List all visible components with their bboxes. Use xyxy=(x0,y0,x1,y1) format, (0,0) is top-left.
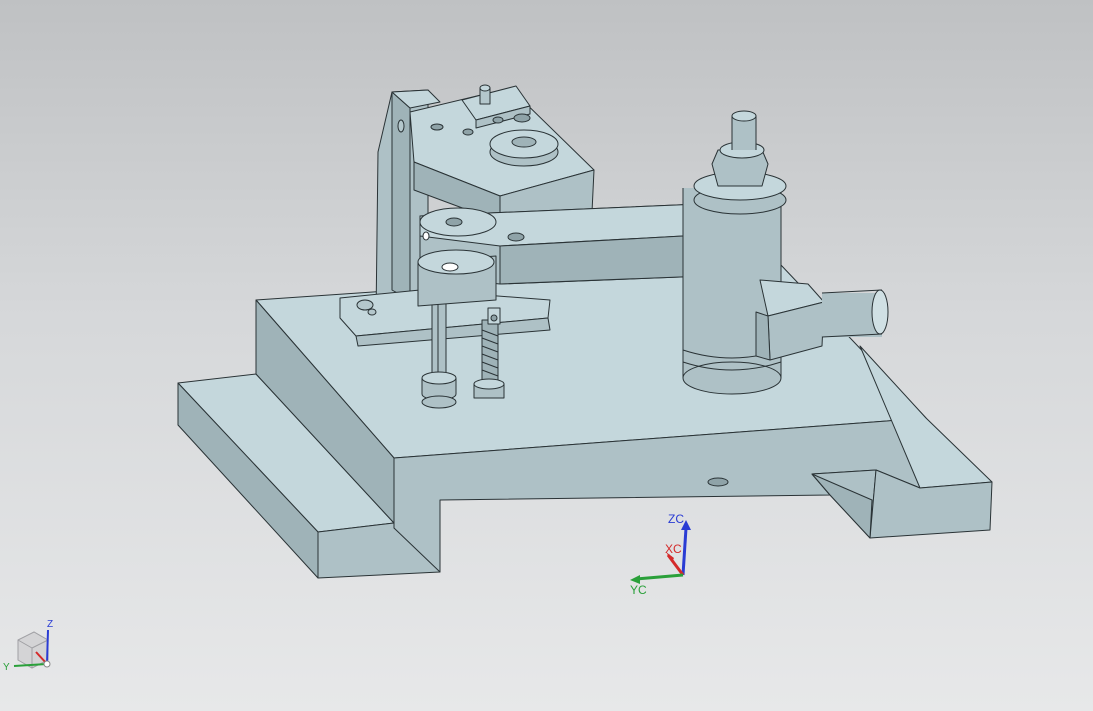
view-z-label: Z xyxy=(47,619,53,630)
zc-axis xyxy=(681,527,688,576)
work-csys-triad[interactable]: ZC XC YC xyxy=(630,512,691,597)
air-port-fitting[interactable] xyxy=(821,289,889,338)
zc-label: ZC xyxy=(668,512,684,526)
view-cube-icon xyxy=(17,631,49,669)
clamp-block[interactable] xyxy=(409,84,595,223)
cad-model-view[interactable]: ZC XC YC Z Y xyxy=(0,0,1093,711)
yc-axis xyxy=(635,573,684,581)
view-triad[interactable]: Z Y xyxy=(3,619,53,673)
view-y-axis xyxy=(13,663,48,667)
view-y-label: Y xyxy=(3,662,10,673)
graphics-viewport[interactable]: ZC XC YC Z Y xyxy=(0,0,1093,711)
cylinder-mount[interactable] xyxy=(755,279,825,361)
yc-label: YC xyxy=(630,583,647,597)
xc-label: XC xyxy=(665,542,682,556)
view-z-axis xyxy=(46,629,49,665)
